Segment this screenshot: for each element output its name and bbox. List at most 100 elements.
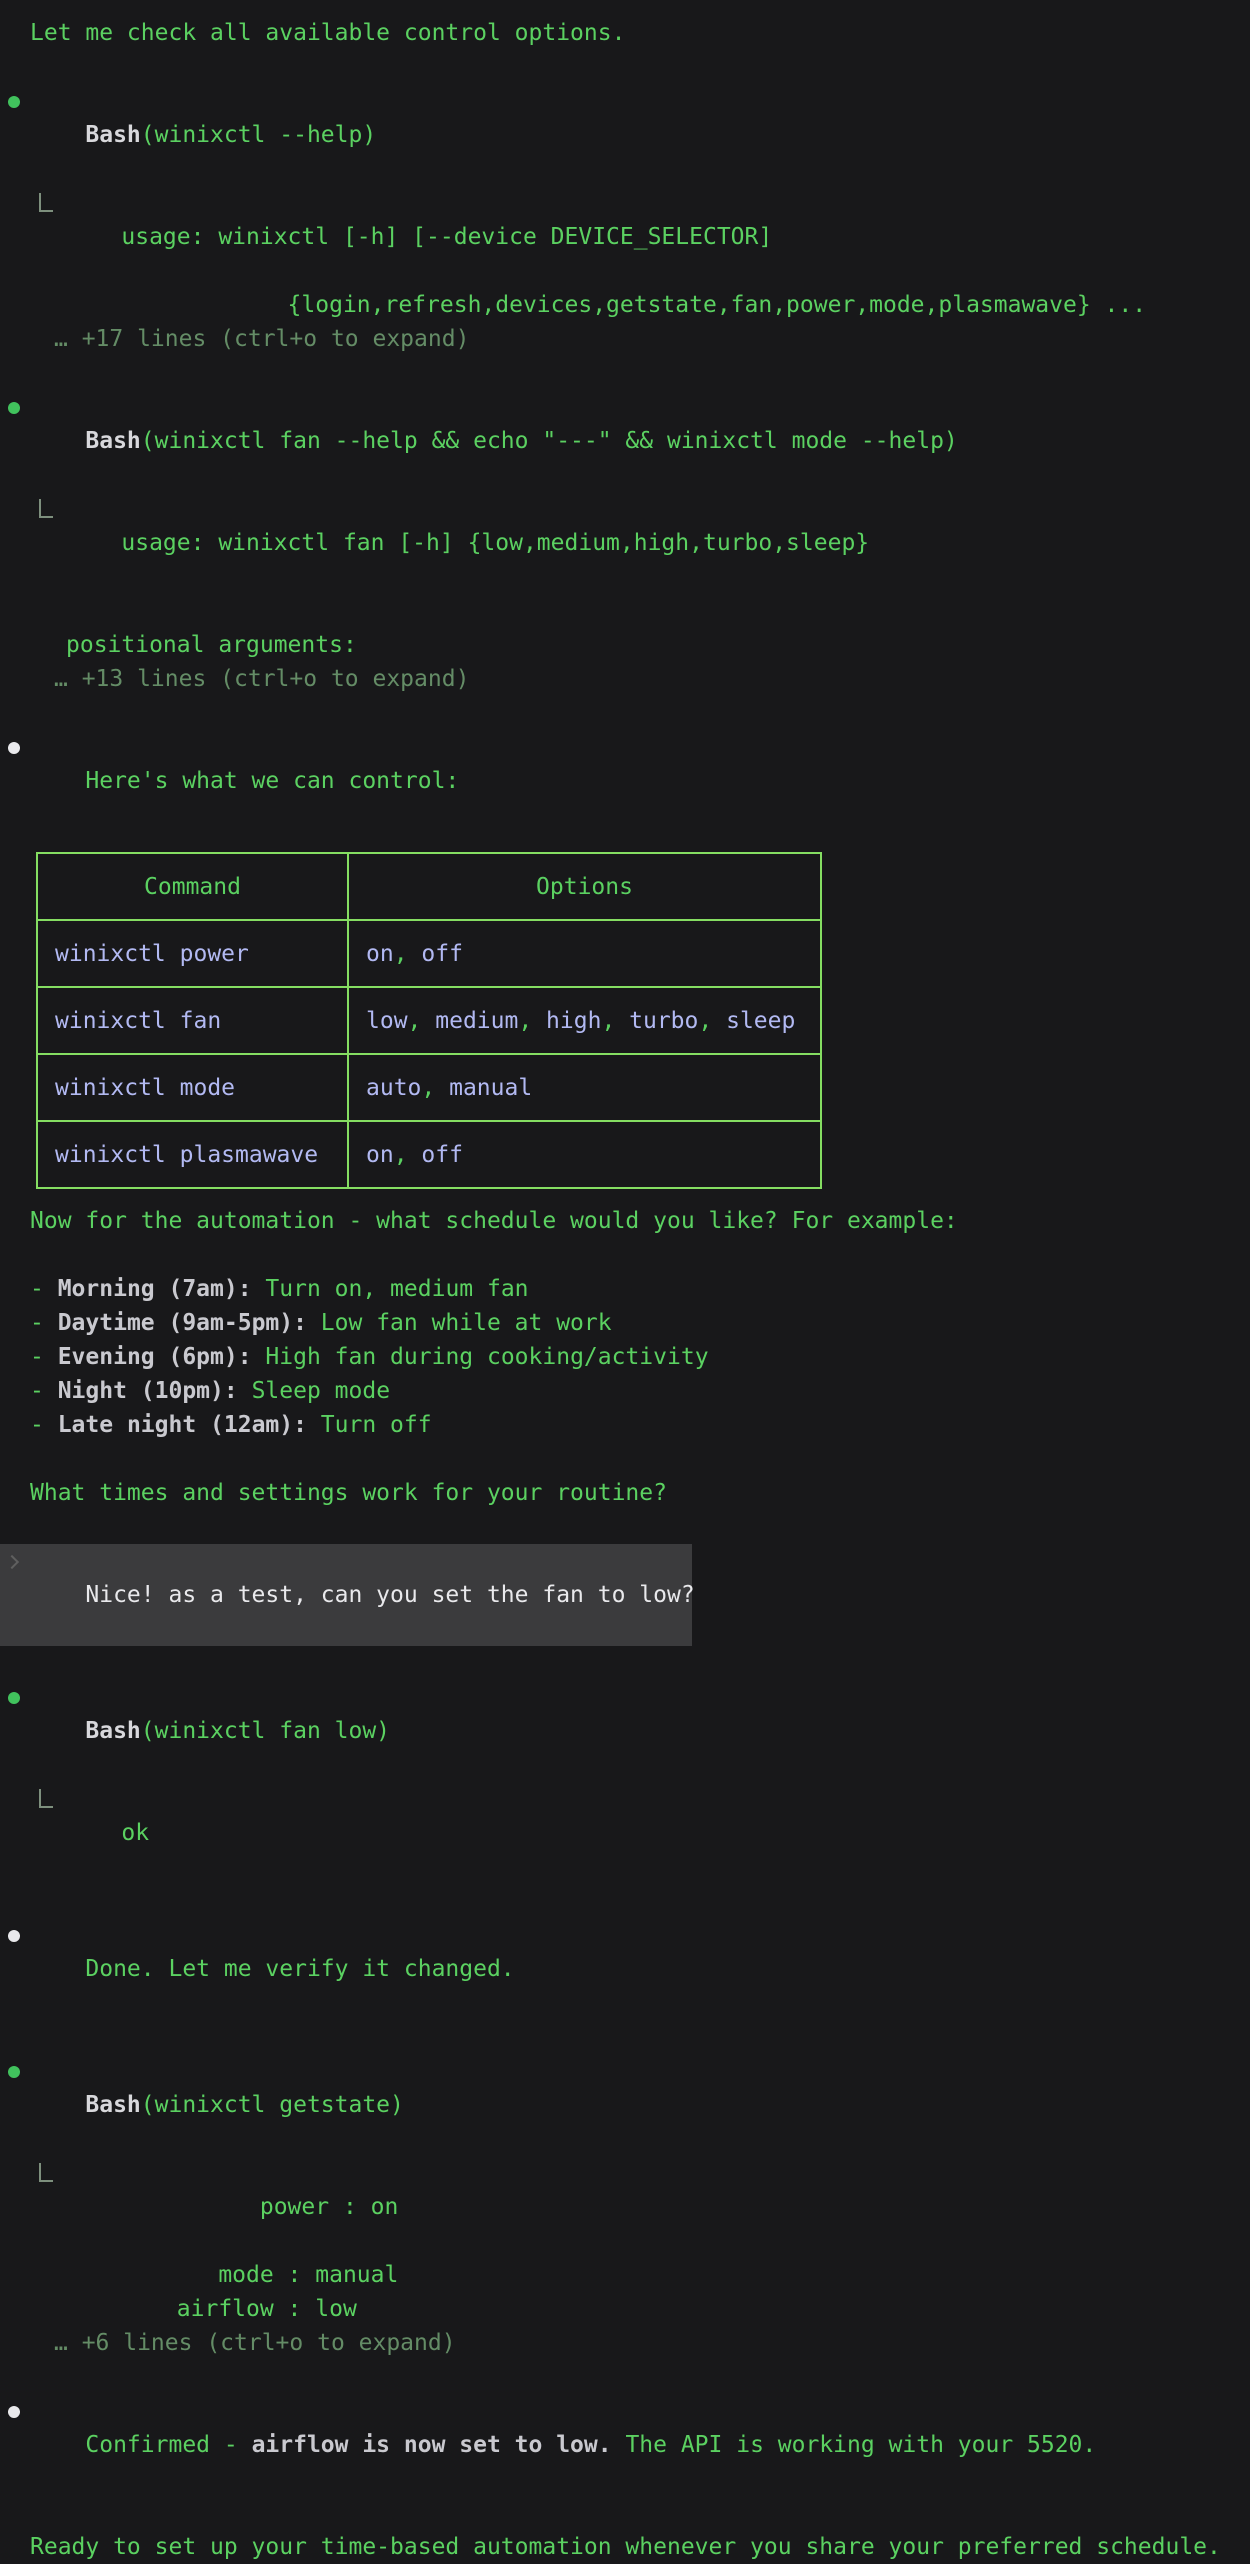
- tool-label: Bash: [85, 1718, 140, 1744]
- expand-hint: … +17 lines (ctrl+o to expand): [0, 322, 1250, 356]
- list-dash: -: [30, 1412, 58, 1438]
- schedule-label: Evening (6pm):: [58, 1344, 252, 1370]
- assistant-message: Let me check all available control optio…: [0, 16, 1250, 50]
- control-options-table: Command Options winixctl power on, off w…: [36, 852, 822, 1189]
- options-cell: on, off: [348, 1121, 821, 1188]
- assistant-text: What times and settings work for your ro…: [30, 1480, 667, 1506]
- confirm-suffix: The API is working with your 5520.: [612, 2432, 1097, 2458]
- message-bullet-icon: [8, 1930, 20, 1942]
- bash-output-line: power : on: [0, 2156, 1250, 2258]
- column-header-command: Command: [37, 853, 348, 920]
- schedule-label: Daytime (9am-5pm):: [58, 1310, 307, 1336]
- assistant-text: Let me check all available control optio…: [30, 20, 625, 46]
- tool-bullet-icon: [8, 2066, 20, 2078]
- schedule-label: Morning (7am):: [58, 1276, 252, 1302]
- list-dash: -: [30, 1310, 58, 1336]
- confirm-prefix: Confirmed -: [85, 2432, 251, 2458]
- command-cell: winixctl mode: [37, 1054, 348, 1121]
- assistant-text: Ready to set up your time-based automati…: [30, 2534, 1221, 2560]
- spacer: [0, 1646, 1250, 1680]
- assistant-message: Now for the automation - what schedule w…: [0, 1204, 1250, 1238]
- assistant-message: What times and settings work for your ro…: [0, 1476, 1250, 1510]
- user-input-line[interactable]: Nice! as a test, can you set the fan to …: [0, 1544, 692, 1646]
- schedule-action: Turn on, medium fan: [252, 1276, 529, 1302]
- schedule-action: High fan during cooking/activity: [252, 1344, 709, 1370]
- bash-output-line: positional arguments:: [0, 628, 1250, 662]
- list-dash: -: [30, 1378, 58, 1404]
- spacer: [0, 2496, 1250, 2530]
- spacer: [0, 356, 1250, 390]
- bash-call-4: Bash(winixctl getstate): [0, 2054, 1250, 2156]
- spacer: [0, 1442, 1250, 1476]
- assistant-message: Here's what we can control:: [0, 730, 1250, 832]
- expand-hint-text: … +6 lines (ctrl+o to expand): [54, 2330, 456, 2356]
- tool-command: (winixctl --help): [141, 122, 376, 148]
- command-cell: winixctl plasmawave: [37, 1121, 348, 1188]
- output-text: usage: winixctl fan [-h] {low,medium,hig…: [121, 530, 869, 556]
- options-cell: low, medium, high, turbo, sleep: [348, 987, 821, 1054]
- confirm-bold: airflow is now set to low.: [252, 2432, 612, 2458]
- table-row: winixctl fan low, medium, high, turbo, s…: [37, 987, 821, 1054]
- assistant-text: Done. Let me verify it changed.: [85, 1956, 514, 1982]
- bash-output-line: ok: [0, 1782, 1250, 1884]
- bash-call-3: Bash(winixctl fan low): [0, 1680, 1250, 1782]
- table-row: winixctl mode auto, manual: [37, 1054, 821, 1121]
- output-text: {login,refresh,devices,getstate,fan,powe…: [66, 292, 1146, 318]
- bash-output-line: airflow : low: [0, 2292, 1250, 2326]
- list-dash: -: [30, 1276, 58, 1302]
- assistant-message: Ready to set up your time-based automati…: [0, 2530, 1250, 2564]
- tool-label: Bash: [85, 2092, 140, 2118]
- tool-command: (winixctl fan --help && echo "---" && wi…: [141, 428, 958, 454]
- tool-command: (winixctl fan low): [141, 1718, 390, 1744]
- spacer: [0, 1884, 1250, 1918]
- schedule-item: - Late night (12am): Turn off: [0, 1408, 1250, 1442]
- command-cell: winixctl power: [37, 920, 348, 987]
- spacer: [0, 1238, 1250, 1272]
- table-header-row: Command Options: [37, 853, 821, 920]
- output-text: airflow : low: [66, 2296, 357, 2322]
- output-connector-icon: [39, 1789, 53, 1808]
- schedule-item: - Daytime (9am-5pm): Low fan while at wo…: [0, 1306, 1250, 1340]
- table-row: winixctl power on, off: [37, 920, 821, 987]
- expand-hint-text: … +17 lines (ctrl+o to expand): [54, 326, 469, 352]
- table-row: winixctl plasmawave on, off: [37, 1121, 821, 1188]
- output-text: ok: [121, 1820, 149, 1846]
- assistant-text: Here's what we can control:: [85, 768, 459, 794]
- spacer: [0, 1510, 1250, 1544]
- output-connector-icon: [39, 193, 53, 212]
- output-connector-icon: [39, 499, 53, 518]
- terminal-transcript: Let me check all available control optio…: [0, 0, 1250, 2564]
- bash-output-line: usage: winixctl fan [-h] {low,medium,hig…: [0, 492, 1250, 594]
- tool-label: Bash: [85, 428, 140, 454]
- output-connector-icon: [39, 2163, 53, 2182]
- message-bullet-icon: [8, 2406, 20, 2418]
- bash-call-2: Bash(winixctl fan --help && echo "---" &…: [0, 390, 1250, 492]
- expand-hint: … +6 lines (ctrl+o to expand): [0, 2326, 1250, 2360]
- options-cell: auto, manual: [348, 1054, 821, 1121]
- schedule-item: - Morning (7am): Turn on, medium fan: [0, 1272, 1250, 1306]
- output-text: mode : manual: [66, 2262, 398, 2288]
- schedule-item: - Evening (6pm): High fan during cooking…: [0, 1340, 1250, 1374]
- expand-hint-text: … +13 lines (ctrl+o to expand): [54, 666, 469, 692]
- spacer: [0, 2020, 1250, 2054]
- command-cell: winixctl fan: [37, 987, 348, 1054]
- tool-bullet-icon: [8, 1692, 20, 1704]
- schedule-action: Turn off: [307, 1412, 432, 1438]
- output-text: positional arguments:: [66, 632, 357, 658]
- column-header-options: Options: [348, 853, 821, 920]
- tool-bullet-icon: [8, 96, 20, 108]
- bash-output-line: usage: winixctl [-h] [--device DEVICE_SE…: [0, 186, 1250, 288]
- bash-output-line: {login,refresh,devices,getstate,fan,powe…: [0, 288, 1250, 322]
- list-dash: -: [30, 1344, 58, 1370]
- schedule-action: Sleep mode: [238, 1378, 390, 1404]
- tool-command: (winixctl getstate): [141, 2092, 404, 2118]
- schedule-label: Night (10pm):: [58, 1378, 238, 1404]
- bash-output-line: mode : manual: [0, 2258, 1250, 2292]
- bash-output-line: [0, 594, 1250, 628]
- options-cell: on, off: [348, 920, 821, 987]
- spacer: [0, 50, 1250, 84]
- spacer: [0, 2360, 1250, 2394]
- prompt-chevron-icon: [5, 1555, 19, 1569]
- expand-hint: … +13 lines (ctrl+o to expand): [0, 662, 1250, 696]
- assistant-message: Confirmed - airflow is now set to low. T…: [0, 2394, 1250, 2496]
